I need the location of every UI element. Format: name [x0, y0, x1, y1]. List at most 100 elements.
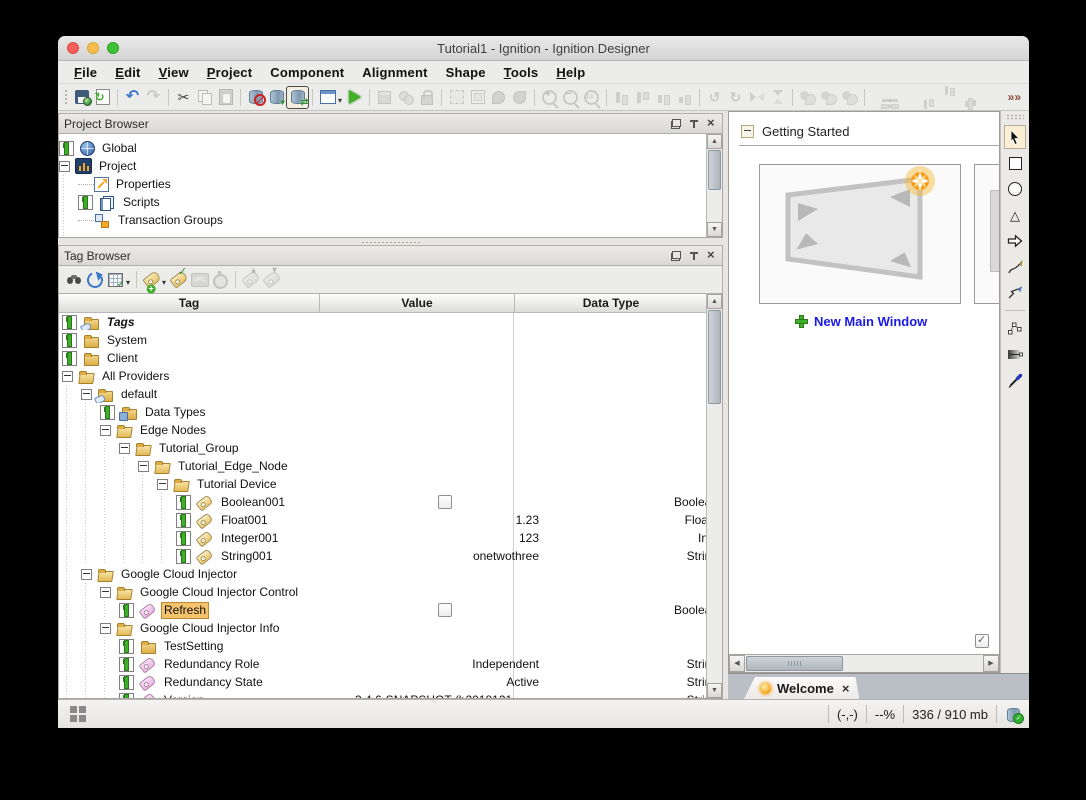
tag-row-integer001[interactable]: Integer001 123 Int4: [59, 529, 722, 547]
collapse-icon[interactable]: [100, 622, 111, 634]
save-all-button[interactable]: [71, 87, 92, 108]
tag-row-data-types[interactable]: Data Types: [59, 403, 722, 421]
tag-row-edge-nodes[interactable]: Edge Nodes: [59, 421, 722, 439]
close-window-button[interactable]: [67, 42, 79, 54]
tool-rectangle-button[interactable]: [1004, 151, 1026, 175]
expand-icon[interactable]: [176, 530, 191, 546]
new-window-button-dropdown-icon[interactable]: ▾: [338, 96, 342, 105]
menu-component[interactable]: Component: [261, 65, 353, 80]
tag-row-client[interactable]: Client: [59, 349, 722, 367]
tag-row-default[interactable]: default: [59, 385, 722, 403]
tool-polygon-button[interactable]: △: [1004, 203, 1026, 227]
tag-row-version[interactable]: Version 3.4.6-SNAPSHOT (b2018121...String: [59, 691, 722, 698]
tag-row-redundancy-state[interactable]: Redundancy State Active String: [59, 673, 722, 691]
scroll-down-button[interactable]: ▼: [707, 683, 722, 698]
project-browser-scrollbar[interactable]: ▲ ▼: [706, 134, 722, 237]
column-header-value[interactable]: Value: [320, 294, 515, 312]
close-panel-icon[interactable]: [707, 247, 717, 262]
tag-row-system[interactable]: System: [59, 331, 722, 349]
tool-pen-button[interactable]: [1004, 281, 1026, 305]
scroll-down-button[interactable]: ▼: [707, 222, 722, 237]
collapse-icon[interactable]: [119, 442, 130, 454]
expand-icon[interactable]: [62, 350, 77, 366]
float-panel-icon[interactable]: [671, 118, 681, 129]
tag-value[interactable]: [351, 495, 545, 510]
value-checkbox[interactable]: [438, 495, 452, 510]
db-comm-readwrite-button[interactable]: [286, 85, 309, 109]
tag-row-testsetting[interactable]: TestSetting: [59, 637, 722, 655]
tab-close-icon[interactable]: ×: [842, 681, 850, 696]
collapse-icon[interactable]: [59, 160, 70, 172]
menu-edit[interactable]: Edit: [106, 65, 149, 80]
preview-mode-button[interactable]: [344, 87, 365, 108]
second-template-card[interactable]: [974, 164, 999, 304]
edit-tag-button[interactable]: [168, 269, 189, 290]
expand-icon[interactable]: [62, 332, 77, 348]
scroll-up-button[interactable]: ▲: [707, 134, 722, 149]
tag-row-all-providers[interactable]: All Providers: [59, 367, 722, 385]
new-main-window-link[interactable]: New Main Window: [795, 314, 999, 329]
expand-icon[interactable]: [176, 512, 191, 528]
close-panel-icon[interactable]: [707, 115, 717, 130]
scrollbar-thumb[interactable]: [708, 310, 721, 404]
menu-project[interactable]: Project: [198, 65, 261, 80]
scroll-left-button[interactable]: ◀: [729, 655, 745, 672]
new-window-button[interactable]: [317, 87, 338, 108]
db-comm-off-button[interactable]: [245, 87, 266, 108]
expand-icon[interactable]: [100, 404, 115, 420]
horizontal-splitter[interactable]: [58, 238, 723, 245]
tool-arrow-button[interactable]: [1004, 229, 1026, 253]
tool-eyedropper-button[interactable]: [1004, 368, 1026, 392]
pin-panel-icon[interactable]: [689, 119, 699, 129]
column-selection-button[interactable]: [105, 269, 126, 290]
tag-row-float001[interactable]: Float001 1.23 Float4: [59, 511, 722, 529]
memory-usage[interactable]: 336 / 910 mb: [912, 707, 988, 722]
expand-icon[interactable]: [119, 674, 134, 690]
tag-row-redundancy-role[interactable]: Redundancy Role Independent String: [59, 655, 722, 673]
tag-row-tags[interactable]: Tags: [59, 313, 722, 331]
new-main-window-card[interactable]: [759, 164, 961, 304]
value-checkbox[interactable]: [438, 603, 452, 618]
tag-row-google-cloud-injector-info[interactable]: Google Cloud Injector Info: [59, 619, 722, 637]
expand-icon[interactable]: [119, 638, 134, 654]
toolbar-overflow-chevron[interactable]: »»: [1008, 90, 1025, 104]
menu-shape[interactable]: Shape: [437, 65, 495, 80]
browse-tags-button[interactable]: [63, 269, 84, 290]
tag-row-boolean001[interactable]: Boolean001 Boolean: [59, 493, 722, 511]
getting-started-hscrollbar[interactable]: ◀ ▶: [729, 654, 999, 672]
expand-icon[interactable]: [119, 602, 134, 618]
tool-pencil-button[interactable]: [1004, 255, 1026, 279]
menu-view[interactable]: View: [150, 65, 198, 80]
collapse-icon[interactable]: [81, 388, 92, 400]
project-item-global[interactable]: Global: [59, 139, 722, 157]
menu-help[interactable]: Help: [547, 65, 594, 80]
project-item-scripts[interactable]: Scripts: [59, 193, 722, 211]
collapse-section-icon[interactable]: [741, 125, 754, 138]
expand-icon[interactable]: [176, 494, 191, 510]
collapse-icon[interactable]: [62, 370, 73, 382]
scrollbar-thumb[interactable]: [746, 656, 843, 671]
cut-button[interactable]: ✂: [173, 87, 194, 108]
grid-layout-icon[interactable]: [70, 706, 86, 722]
tab-welcome[interactable]: Welcome ×: [744, 677, 859, 699]
scrollbar-thumb[interactable]: [708, 150, 721, 190]
new-tag-button[interactable]: [141, 269, 162, 290]
project-item-transaction-groups[interactable]: Transaction Groups: [59, 211, 722, 229]
project-item-project[interactable]: Project: [59, 157, 722, 175]
tag-row-refresh[interactable]: Refresh Boolean: [59, 601, 722, 619]
new-tag-button-dropdown-icon[interactable]: ▾: [162, 278, 166, 287]
float-panel-icon[interactable]: [671, 250, 681, 261]
zoom-window-button[interactable]: [107, 42, 119, 54]
expand-icon[interactable]: [59, 140, 74, 156]
collapse-icon[interactable]: [81, 568, 92, 580]
collapse-icon[interactable]: [157, 478, 168, 490]
tool-gradient-button[interactable]: [1004, 342, 1026, 366]
menu-file[interactable]: File: [65, 65, 106, 80]
scroll-up-button[interactable]: ▲: [707, 294, 722, 309]
tag-row-tutorial-edge-node[interactable]: Tutorial_Edge_Node: [59, 457, 722, 475]
expand-icon[interactable]: [119, 656, 134, 672]
expand-icon[interactable]: [78, 194, 93, 210]
refresh-tags-button[interactable]: [84, 269, 105, 290]
undo-button[interactable]: ↶: [122, 87, 143, 108]
tag-row-google-cloud-injector[interactable]: Google Cloud Injector: [59, 565, 722, 583]
